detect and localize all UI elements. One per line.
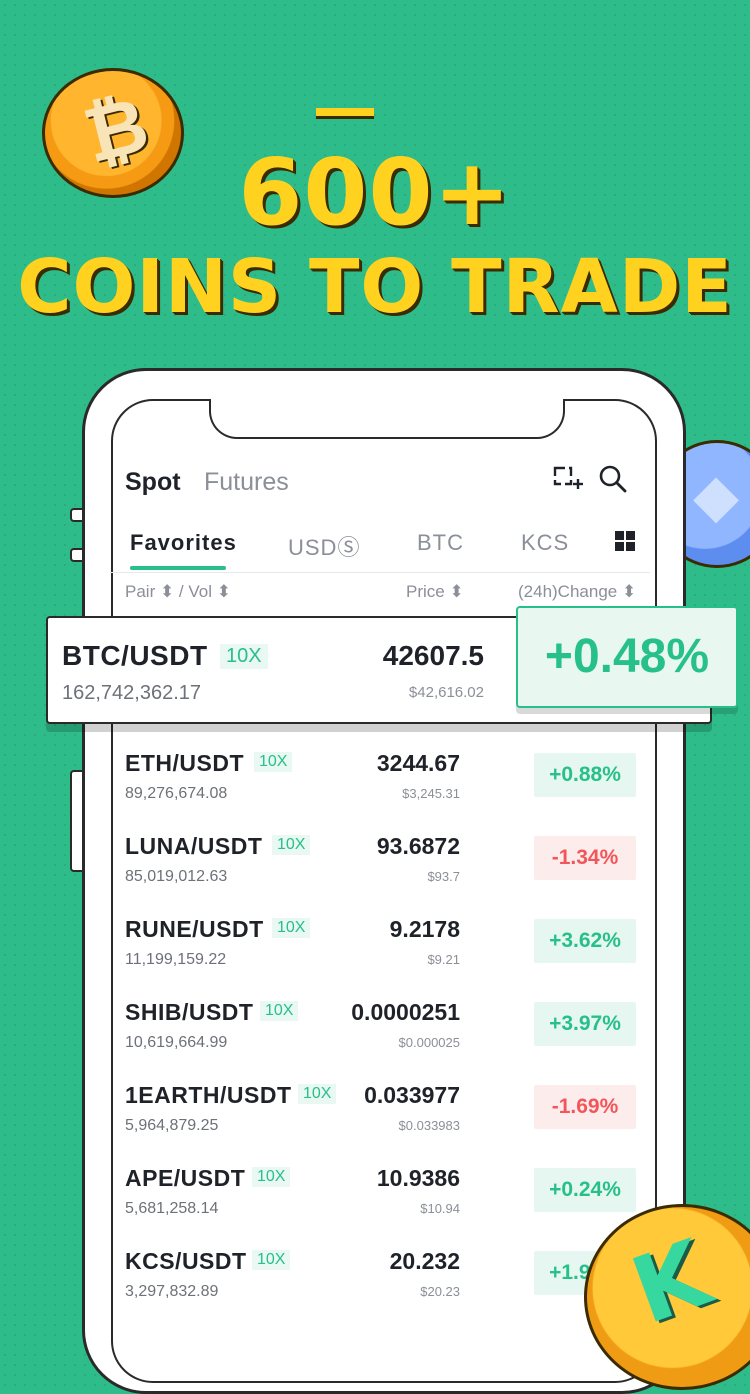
phone-notch (209, 399, 565, 439)
change-badge: +3.97% (534, 1002, 636, 1046)
price-usd: $20.23 (420, 1284, 460, 1299)
last-price: 0.0000251 (351, 999, 460, 1025)
headline-dash (316, 108, 374, 116)
search-icon[interactable] (596, 462, 630, 496)
pair-name: 1EARTH/USDT (125, 1082, 292, 1108)
column-pair-vol[interactable]: Pair ⬍ / Vol ⬍ (125, 582, 231, 602)
leverage-badge: 10X (272, 918, 311, 938)
last-price: 3244.67 (376, 750, 460, 776)
volume: 3,297,832.89 (125, 1283, 219, 1300)
market-row-shib[interactable]: SHIB/USDT 10X 10,619,664.99 0.0000251 $0… (110, 985, 650, 1065)
grid-menu-icon[interactable] (614, 530, 636, 552)
leverage-badge: 10X (260, 1001, 299, 1021)
change-badge: +0.88% (534, 753, 636, 797)
volume: 89,276,674.08 (125, 785, 228, 802)
pair-name: LUNA/USDT (125, 833, 263, 859)
price-usd: $42,616.02 (408, 684, 484, 701)
phone-side-button (70, 548, 82, 562)
column-price[interactable]: Price ⬍ (406, 582, 464, 602)
volume: 11,199,159.22 (125, 951, 227, 968)
change-badge: -1.69% (534, 1085, 636, 1129)
volume: 5,964,879.25 (125, 1117, 219, 1134)
change-badge: +0.24% (534, 1168, 636, 1212)
volume: 10,619,664.99 (125, 1034, 228, 1051)
pair-name: APE/USDT (125, 1165, 246, 1191)
headline-tagline: COINS TO TRADE (17, 244, 733, 330)
edit-favorites-icon[interactable] (550, 462, 584, 496)
pair-name: KCS/USDT (125, 1248, 247, 1274)
price-usd: $10.94 (420, 1201, 460, 1216)
phone-side-button (70, 770, 82, 872)
last-price: 42607.5 (382, 640, 484, 671)
last-price: 9.2178 (389, 916, 460, 942)
top-bar: Spot Futures (110, 460, 650, 506)
active-tab-indicator (130, 566, 226, 570)
price-usd: $9.21 (427, 952, 460, 967)
change-badge: +3.62% (534, 919, 636, 963)
price-usd: $0.000025 (398, 1035, 460, 1050)
leverage-badge: 10X (298, 1084, 337, 1104)
column-change[interactable]: (24h)Change ⬍ (518, 582, 636, 602)
tab-favorites[interactable]: Favorites (130, 530, 237, 556)
leverage-badge: 10X (252, 1167, 291, 1187)
pair-name: SHIB/USDT (125, 999, 254, 1025)
volume: 162,742,362.17 (62, 682, 202, 704)
price-usd: $0.033983 (398, 1118, 460, 1133)
last-price: 10.9386 (376, 1165, 460, 1191)
pair-name: RUNE/USDT (125, 916, 264, 942)
tab-usds[interactable]: USDⓈ (288, 530, 360, 562)
market-row-kcs[interactable]: KCS/USDT 10X 3,297,832.89 20.232 $20.23 … (110, 1234, 650, 1314)
highlighted-change-badge: +0.48% (516, 606, 738, 708)
market-row-eth[interactable]: ETH/USDT 10X 89,276,674.08 3244.67 $3,24… (110, 736, 650, 816)
leverage-badge: 10X (220, 644, 268, 669)
volume: 85,019,012.63 (125, 868, 228, 885)
price-usd: $93.7 (427, 869, 460, 884)
price-usd: $3,245.31 (402, 786, 460, 801)
market-row-ape[interactable]: APE/USDT 10X 5,681,258.14 10.9386 $10.94… (110, 1151, 650, 1231)
divider (110, 572, 650, 573)
market-row-rune[interactable]: RUNE/USDT 10X 11,199,159.22 9.2178 $9.21… (110, 902, 650, 982)
market-row-luna[interactable]: LUNA/USDT 10X 85,019,012.63 93.6872 $93.… (110, 819, 650, 899)
pair-name: ETH/USDT (125, 750, 244, 776)
pair-name: BTC/USDT (62, 640, 208, 671)
market-tabs: Favorites USDⓈ BTC KCS (110, 526, 650, 570)
leverage-badge: 10X (254, 752, 293, 772)
phone-side-button (70, 508, 82, 522)
last-price: 93.6872 (376, 833, 460, 859)
bitcoin-coin-icon: ₿ (42, 68, 184, 198)
change-badge: -1.34% (534, 836, 636, 880)
leverage-badge: 10X (252, 1250, 291, 1270)
volume: 5,681,258.14 (125, 1200, 219, 1217)
leverage-badge: 10X (272, 835, 311, 855)
tab-kcs[interactable]: KCS (521, 530, 569, 556)
last-price: 20.232 (389, 1248, 460, 1274)
market-row-1earth[interactable]: 1EARTH/USDT 10X 5,964,879.25 0.033977 $0… (110, 1068, 650, 1148)
last-price: 0.033977 (364, 1082, 460, 1108)
tab-futures[interactable]: Futures (204, 468, 289, 497)
tab-spot[interactable]: Spot (125, 468, 181, 497)
tab-btc[interactable]: BTC (417, 530, 464, 556)
